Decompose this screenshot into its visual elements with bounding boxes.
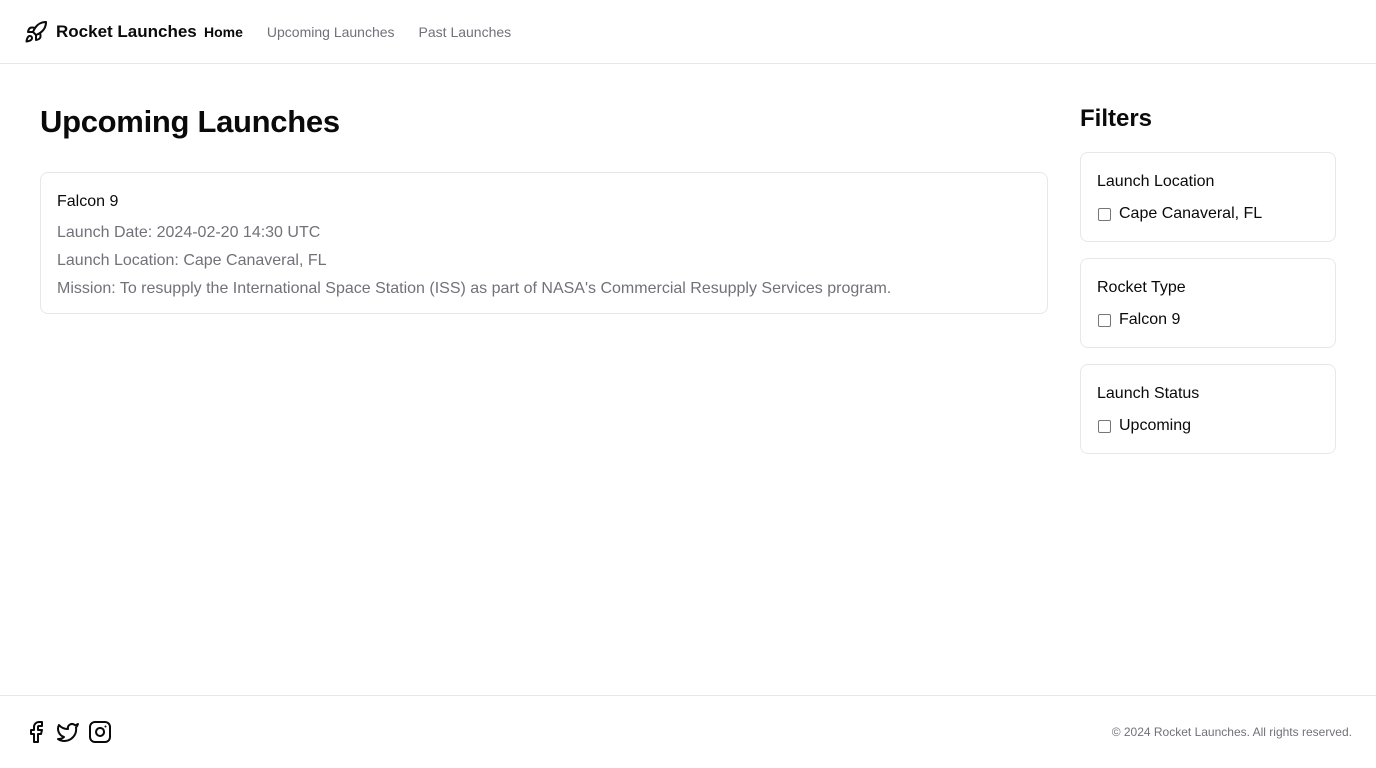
filter-group-title: Launch Status <box>1097 385 1200 402</box>
filter-group-title: Rocket Type <box>1097 279 1186 296</box>
copyright-text: © 2024 Rocket Launches. All rights reser… <box>1111 725 1352 739</box>
filter-group-title: Launch Location <box>1097 173 1215 190</box>
checkbox[interactable] <box>1098 313 1111 327</box>
launch-name: Falcon 9 <box>57 193 119 210</box>
brand-name: Rocket Launches <box>56 22 197 41</box>
filter-option-upcoming[interactable]: Upcoming <box>1097 415 1319 437</box>
filter-option-cape-canaveral[interactable]: Cape Canaveral, FL <box>1097 203 1319 225</box>
nav-link-past-launches[interactable]: Past Launches <box>419 20 512 44</box>
launch-card: Falcon 9 Launch Date: 2024-02-20 14:30 U… <box>40 172 1048 314</box>
filter-option-falcon-9[interactable]: Falcon 9 <box>1097 309 1319 331</box>
filters-title: Filters <box>1080 105 1153 132</box>
facebook-icon[interactable] <box>24 720 48 744</box>
filter-option-label: Falcon 9 <box>1119 311 1181 328</box>
filter-group-launch-status: Launch Status Upcoming <box>1080 364 1336 454</box>
checkbox[interactable] <box>1098 419 1111 433</box>
nav-link-upcoming-launches[interactable]: Upcoming Launches <box>267 20 395 44</box>
launch-mission: Mission: To resupply the International S… <box>57 280 892 297</box>
brand[interactable]: Rocket Launches <box>24 18 197 46</box>
main-nav: Home Upcoming Launches Past Launches <box>204 20 511 44</box>
launch-location: Launch Location: Cape Canaveral, FL <box>57 252 327 269</box>
footer: © 2024 Rocket Launches. All rights reser… <box>0 695 1376 768</box>
rocket-icon <box>24 20 48 44</box>
checkbox[interactable] <box>1098 207 1111 221</box>
launch-date: Launch Date: 2024-02-20 14:30 UTC <box>57 224 321 241</box>
twitter-icon[interactable] <box>56 720 80 744</box>
social-links <box>24 720 112 744</box>
top-navigation-bar: Rocket Launches Home Upcoming Launches P… <box>0 0 1376 64</box>
filter-option-label: Cape Canaveral, FL <box>1119 205 1263 222</box>
filter-group-launch-location: Launch Location Cape Canaveral, FL <box>1080 152 1336 242</box>
nav-link-home[interactable]: Home <box>204 20 243 44</box>
instagram-icon[interactable] <box>88 720 112 744</box>
filter-option-label: Upcoming <box>1119 417 1192 434</box>
filter-group-rocket-type: Rocket Type Falcon 9 <box>1080 258 1336 348</box>
page-title: Upcoming Launches <box>40 104 340 139</box>
